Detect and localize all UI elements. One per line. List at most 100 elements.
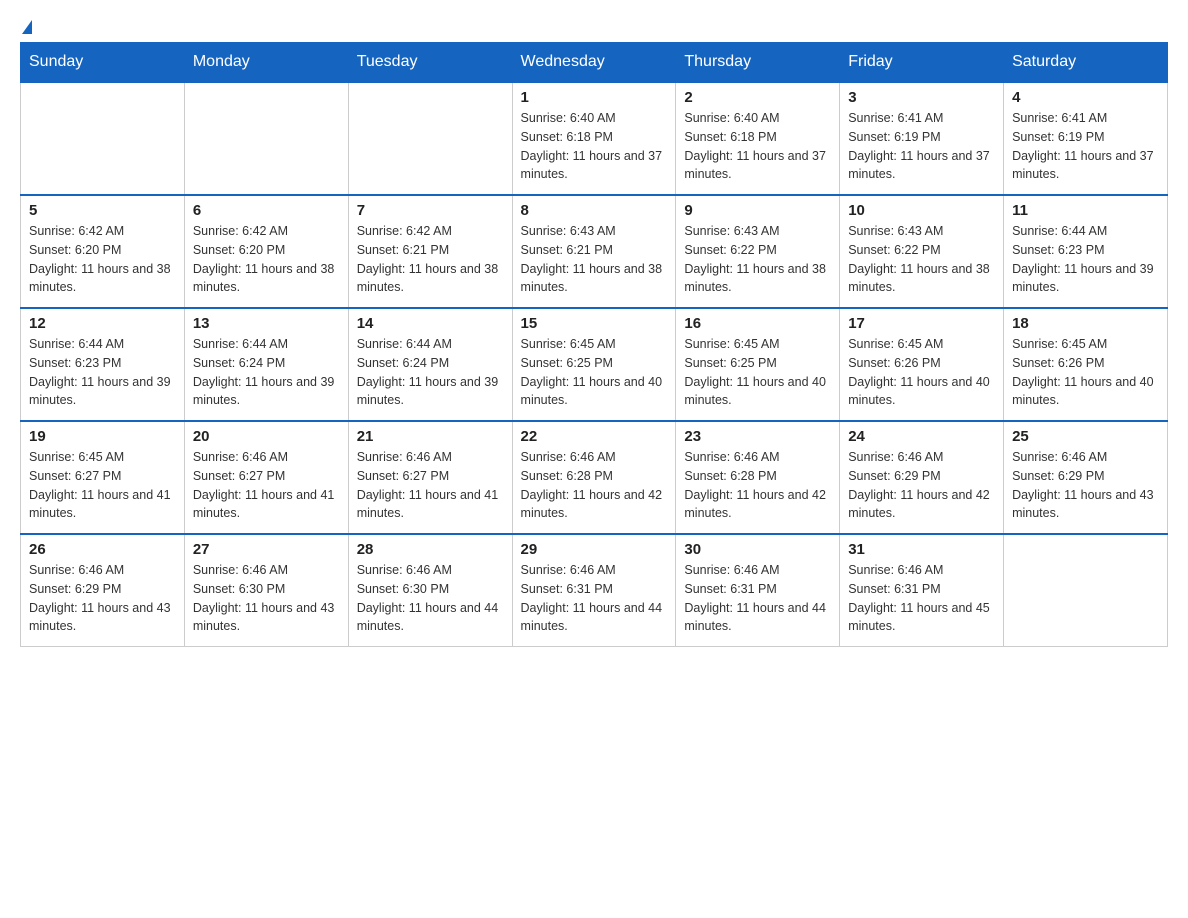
calendar-cell: 22 Sunrise: 6:46 AM Sunset: 6:28 PM Dayli… — [512, 421, 676, 534]
calendar-cell: 15Sunrise: 6:45 AM Sunset: 6:25 PM Dayli… — [512, 308, 676, 421]
day-info: Sunrise: 6:43 AM Sunset: 6:21 PM Dayligh… — [521, 222, 668, 297]
day-of-week-header: Wednesday — [512, 43, 676, 83]
day-number: 1 — [521, 89, 668, 106]
day-number: 27 — [193, 541, 340, 558]
day-number: 29 — [521, 541, 668, 558]
calendar-week-row: 19 Sunrise: 6:45 AM Sunset: 6:27 PM Dayli… — [21, 421, 1168, 534]
day-number: 21 — [357, 428, 504, 445]
calendar-cell: 30 Sunrise: 6:46 AM Sunset: 6:31 PM Dayli… — [676, 534, 840, 647]
day-of-week-header: Tuesday — [348, 43, 512, 83]
day-info: Sunrise: 6:46 AM Sunset: 6:29 PM Dayligh… — [1012, 448, 1159, 523]
calendar-week-row: 26 Sunrise: 6:46 AM Sunset: 6:29 PM Dayli… — [21, 534, 1168, 647]
day-number: 9 — [684, 202, 831, 219]
day-info: Sunrise: 6:46 AM Sunset: 6:29 PM Dayligh… — [848, 448, 995, 523]
day-number: 26 — [29, 541, 176, 558]
day-info: Sunrise: 6:46 AM Sunset: 6:29 PM Dayligh… — [29, 561, 176, 636]
day-info: Sunrise: 6:45 AM Sunset: 6:25 PM Dayligh… — [521, 335, 668, 410]
calendar-week-row: 1 Sunrise: 6:40 AM Sunset: 6:18 PM Daylig… — [21, 82, 1168, 195]
day-info: Sunrise: 6:44 AM Sunset: 6:24 PM Dayligh… — [357, 335, 504, 410]
day-info: Sunrise: 6:46 AM Sunset: 6:30 PM Dayligh… — [193, 561, 340, 636]
calendar-cell: 13 Sunrise: 6:44 AM Sunset: 6:24 PM Dayli… — [184, 308, 348, 421]
day-number: 6 — [193, 202, 340, 219]
calendar-cell: 23Sunrise: 6:46 AM Sunset: 6:28 PM Dayli… — [676, 421, 840, 534]
calendar-cell: 14 Sunrise: 6:44 AM Sunset: 6:24 PM Dayli… — [348, 308, 512, 421]
day-info: Sunrise: 6:43 AM Sunset: 6:22 PM Dayligh… — [848, 222, 995, 297]
calendar-cell: 27 Sunrise: 6:46 AM Sunset: 6:30 PM Dayli… — [184, 534, 348, 647]
day-info: Sunrise: 6:42 AM Sunset: 6:20 PM Dayligh… — [29, 222, 176, 297]
calendar-cell: 20 Sunrise: 6:46 AM Sunset: 6:27 PM Dayli… — [184, 421, 348, 534]
day-number: 4 — [1012, 89, 1159, 106]
calendar-cell: 11 Sunrise: 6:44 AM Sunset: 6:23 PM Dayli… — [1004, 195, 1168, 308]
day-info: Sunrise: 6:46 AM Sunset: 6:27 PM Dayligh… — [357, 448, 504, 523]
calendar-cell: 5 Sunrise: 6:42 AM Sunset: 6:20 PM Daylig… — [21, 195, 185, 308]
day-info: Sunrise: 6:46 AM Sunset: 6:31 PM Dayligh… — [521, 561, 668, 636]
calendar-cell: 8 Sunrise: 6:43 AM Sunset: 6:21 PM Daylig… — [512, 195, 676, 308]
calendar-cell: 21 Sunrise: 6:46 AM Sunset: 6:27 PM Dayli… — [348, 421, 512, 534]
day-number: 14 — [357, 315, 504, 332]
day-number: 13 — [193, 315, 340, 332]
day-number: 3 — [848, 89, 995, 106]
day-number: 24 — [848, 428, 995, 445]
day-of-week-header: Sunday — [21, 43, 185, 83]
calendar-cell — [348, 82, 512, 195]
calendar-cell: 4 Sunrise: 6:41 AM Sunset: 6:19 PM Daylig… — [1004, 82, 1168, 195]
calendar-cell: 7Sunrise: 6:42 AM Sunset: 6:21 PM Daylig… — [348, 195, 512, 308]
logo — [20, 20, 32, 34]
day-number: 5 — [29, 202, 176, 219]
day-info: Sunrise: 6:45 AM Sunset: 6:25 PM Dayligh… — [684, 335, 831, 410]
day-info: Sunrise: 6:44 AM Sunset: 6:23 PM Dayligh… — [1012, 222, 1159, 297]
calendar-cell: 19 Sunrise: 6:45 AM Sunset: 6:27 PM Dayli… — [21, 421, 185, 534]
day-info: Sunrise: 6:45 AM Sunset: 6:26 PM Dayligh… — [1012, 335, 1159, 410]
day-number: 17 — [848, 315, 995, 332]
page-header — [20, 20, 1168, 34]
calendar-cell: 10 Sunrise: 6:43 AM Sunset: 6:22 PM Dayli… — [840, 195, 1004, 308]
calendar-cell — [184, 82, 348, 195]
calendar-cell: 2 Sunrise: 6:40 AM Sunset: 6:18 PM Daylig… — [676, 82, 840, 195]
calendar-table: SundayMondayTuesdayWednesdayThursdayFrid… — [20, 42, 1168, 647]
day-of-week-header: Saturday — [1004, 43, 1168, 83]
day-info: Sunrise: 6:40 AM Sunset: 6:18 PM Dayligh… — [684, 109, 831, 184]
calendar-cell: 25 Sunrise: 6:46 AM Sunset: 6:29 PM Dayli… — [1004, 421, 1168, 534]
calendar-header-row: SundayMondayTuesdayWednesdayThursdayFrid… — [21, 43, 1168, 83]
calendar-cell: 31Sunrise: 6:46 AM Sunset: 6:31 PM Dayli… — [840, 534, 1004, 647]
day-number: 30 — [684, 541, 831, 558]
day-info: Sunrise: 6:44 AM Sunset: 6:24 PM Dayligh… — [193, 335, 340, 410]
day-info: Sunrise: 6:46 AM Sunset: 6:31 PM Dayligh… — [684, 561, 831, 636]
calendar-cell: 17Sunrise: 6:45 AM Sunset: 6:26 PM Dayli… — [840, 308, 1004, 421]
calendar-cell: 29 Sunrise: 6:46 AM Sunset: 6:31 PM Dayli… — [512, 534, 676, 647]
calendar-cell: 26 Sunrise: 6:46 AM Sunset: 6:29 PM Dayli… — [21, 534, 185, 647]
day-number: 2 — [684, 89, 831, 106]
calendar-cell — [21, 82, 185, 195]
day-info: Sunrise: 6:41 AM Sunset: 6:19 PM Dayligh… — [848, 109, 995, 184]
day-number: 18 — [1012, 315, 1159, 332]
calendar-cell: 9Sunrise: 6:43 AM Sunset: 6:22 PM Daylig… — [676, 195, 840, 308]
day-info: Sunrise: 6:42 AM Sunset: 6:21 PM Dayligh… — [357, 222, 504, 297]
calendar-cell: 24 Sunrise: 6:46 AM Sunset: 6:29 PM Dayli… — [840, 421, 1004, 534]
day-number: 8 — [521, 202, 668, 219]
day-number: 23 — [684, 428, 831, 445]
calendar-cell: 28 Sunrise: 6:46 AM Sunset: 6:30 PM Dayli… — [348, 534, 512, 647]
day-info: Sunrise: 6:41 AM Sunset: 6:19 PM Dayligh… — [1012, 109, 1159, 184]
day-info: Sunrise: 6:46 AM Sunset: 6:30 PM Dayligh… — [357, 561, 504, 636]
day-of-week-header: Monday — [184, 43, 348, 83]
day-number: 22 — [521, 428, 668, 445]
calendar-cell — [1004, 534, 1168, 647]
day-number: 20 — [193, 428, 340, 445]
day-number: 25 — [1012, 428, 1159, 445]
day-info: Sunrise: 6:44 AM Sunset: 6:23 PM Dayligh… — [29, 335, 176, 410]
day-number: 12 — [29, 315, 176, 332]
day-info: Sunrise: 6:45 AM Sunset: 6:27 PM Dayligh… — [29, 448, 176, 523]
day-number: 11 — [1012, 202, 1159, 219]
day-number: 10 — [848, 202, 995, 219]
logo-triangle-icon — [22, 20, 32, 34]
day-number: 19 — [29, 428, 176, 445]
day-info: Sunrise: 6:46 AM Sunset: 6:27 PM Dayligh… — [193, 448, 340, 523]
day-info: Sunrise: 6:46 AM Sunset: 6:28 PM Dayligh… — [521, 448, 668, 523]
day-number: 16 — [684, 315, 831, 332]
calendar-week-row: 12 Sunrise: 6:44 AM Sunset: 6:23 PM Dayli… — [21, 308, 1168, 421]
calendar-cell: 1Sunrise: 6:40 AM Sunset: 6:18 PM Daylig… — [512, 82, 676, 195]
calendar-cell: 12 Sunrise: 6:44 AM Sunset: 6:23 PM Dayli… — [21, 308, 185, 421]
calendar-cell: 6Sunrise: 6:42 AM Sunset: 6:20 PM Daylig… — [184, 195, 348, 308]
day-number: 28 — [357, 541, 504, 558]
day-of-week-header: Thursday — [676, 43, 840, 83]
